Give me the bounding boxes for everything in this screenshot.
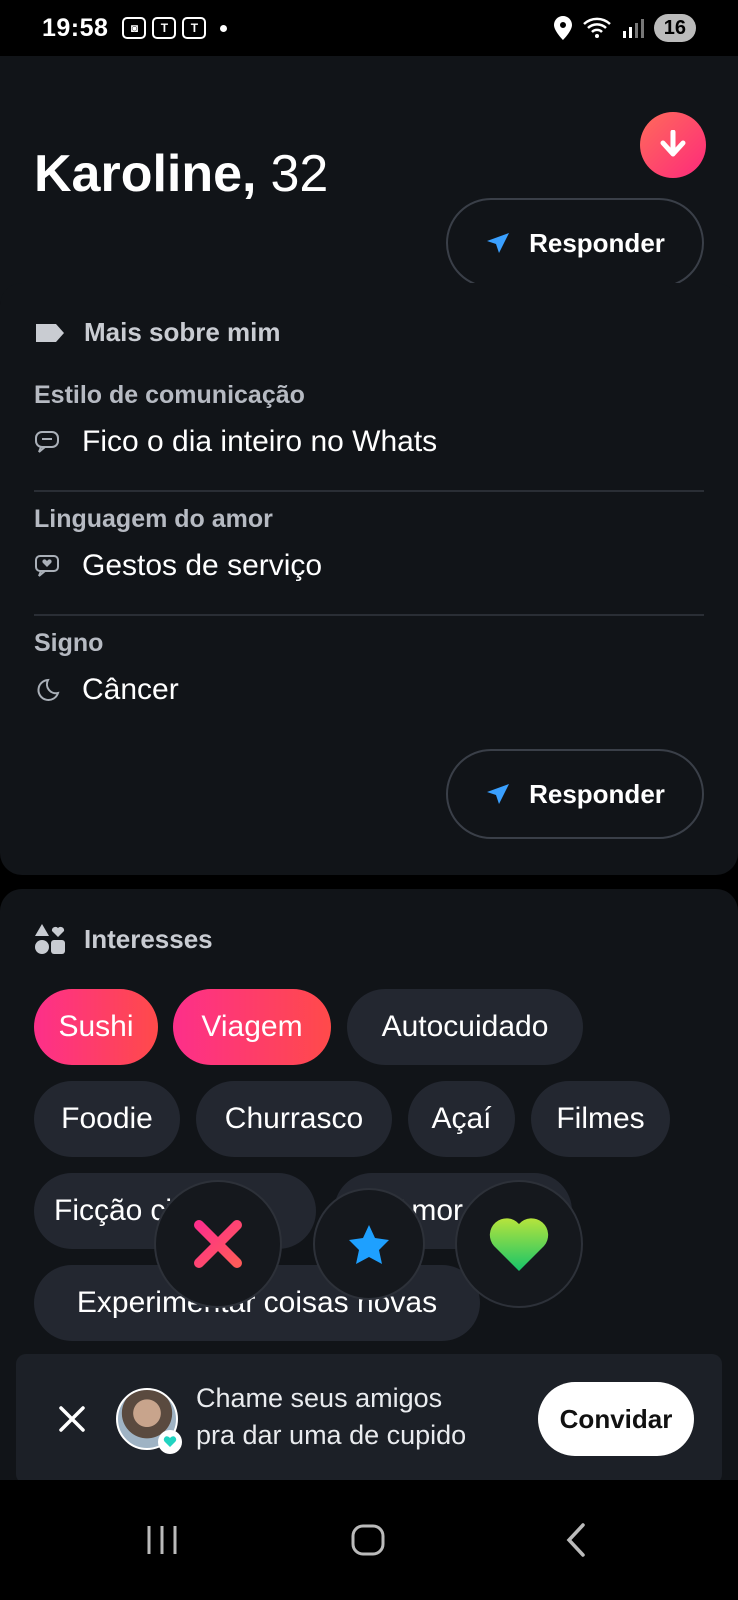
profile-age: 32 [270,145,329,203]
nope-button[interactable] [154,1180,282,1308]
signal-icon [622,19,644,38]
about-card: Mais sobre mim Estilo de comunicação Fic… [0,283,738,875]
teams-icon: T [152,17,177,39]
reply-button-label: Responder [529,227,665,258]
chat-bubble-icon [35,431,59,453]
star-icon [349,1225,389,1264]
system-icons: 16 [553,14,696,42]
reply-button[interactable]: Responder [446,198,704,288]
profile-page[interactable]: Karoline, 32 Responder Mais sobre mim Es… [0,56,738,1600]
zodiac-value: Câncer [34,673,179,707]
communication-style-value: Fico o dia inteiro no Whats [34,425,437,459]
collapse-profile-button[interactable] [640,112,706,178]
home-icon [351,1524,385,1556]
interests-header: Interesses [34,923,213,955]
zodiac-label: Signo [34,629,104,657]
heart-message-icon [35,555,59,577]
like-button[interactable] [455,1180,583,1308]
about-title: Mais sobre mim [84,317,281,347]
invite-line-2: pra dar uma de cupido [196,1420,467,1450]
communication-style-label: Estilo de comunicação [34,381,305,409]
recent-apps-icon [147,1526,177,1554]
interest-chip: Foodie [34,1081,180,1157]
close-banner-button[interactable] [50,1397,94,1441]
shapes-icon [35,924,65,954]
invite-banner: Chame seus amigos pra dar uma de cupido … [16,1354,722,1484]
love-language-value: Gestos de serviço [34,549,322,583]
divider [34,490,704,492]
tag-icon [36,323,64,342]
interest-chip: Churrasco [196,1081,392,1157]
arrow-down-icon [660,130,686,157]
invite-button[interactable]: Convidar [538,1382,694,1456]
divider [34,614,704,616]
invite-message: Chame seus amigos pra dar uma de cupido [196,1380,466,1454]
heart-badge-icon [158,1430,182,1454]
interest-chip: Viagem [173,989,331,1065]
invite-line-1: Chame seus amigos [196,1383,443,1413]
close-icon [59,1406,85,1432]
profile-name: Karoline, [34,145,257,203]
interest-chip: Sushi [34,989,158,1065]
zodiac-text: Câncer [82,673,179,706]
profile-name-row: Karoline, 32 [34,144,328,204]
teams-icon: T [182,17,207,39]
moon-icon [37,678,60,701]
back-button[interactable] [546,1510,606,1570]
love-language-label: Linguagem do amor [34,505,273,533]
x-icon [194,1220,242,1268]
status-bar: 19:58 ◙ T T 16 [0,0,738,56]
love-language-text: Gestos de serviço [82,549,323,582]
super-like-button[interactable] [313,1188,425,1300]
heart-icon [489,1218,549,1271]
interest-chip-text: Ficção [54,1194,143,1227]
back-icon [566,1523,585,1557]
wifi-icon [582,17,611,38]
reply-button-label: Responder [529,778,665,809]
notification-icons: ◙ T T [122,17,228,39]
more-notifications-icon [220,24,228,32]
about-header: Mais sobre mim [34,317,281,348]
home-button[interactable] [338,1510,398,1570]
communication-style-text: Fico o dia inteiro no Whats [82,425,438,458]
interests-title: Interesses [84,923,213,954]
location-icon [553,16,572,40]
battery-indicator: 16 [653,14,696,42]
system-navigation-bar [0,1480,738,1600]
interest-chip: Autocuidado [347,989,583,1065]
status-time: 19:58 [42,13,109,42]
interest-chip: Filmes [531,1081,670,1157]
interest-chip: Açaí [408,1081,515,1157]
screenshot-icon: ◙ [122,17,147,39]
send-icon [487,233,510,253]
reply-button[interactable]: Responder [446,749,704,839]
recent-apps-button[interactable] [132,1510,192,1570]
send-icon [487,784,510,804]
